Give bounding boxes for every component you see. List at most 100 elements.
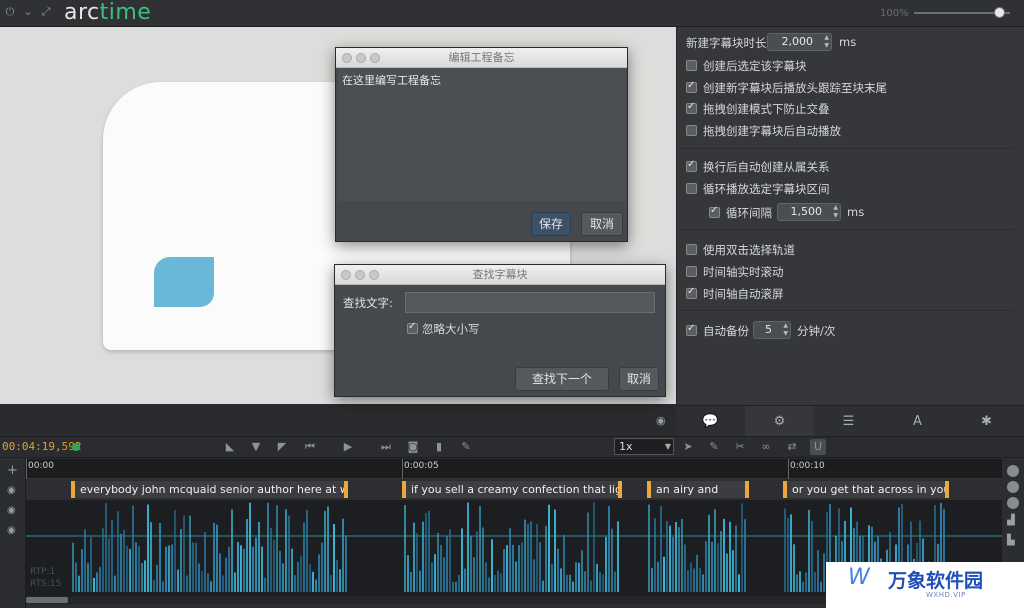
cancel-button[interactable]: 取消 xyxy=(581,212,623,236)
video-status-bar xyxy=(0,404,676,436)
minimize-dot[interactable] xyxy=(355,270,365,280)
loop-interval-spinner[interactable]: 1,500 ▲ ▼ xyxy=(777,203,841,221)
setting-row[interactable]: 时间轴实时滚动 xyxy=(686,264,784,280)
level-dot-icon[interactable] xyxy=(1007,497,1019,509)
swap-icon[interactable]: ⇄ xyxy=(784,439,800,455)
setting-row[interactable]: 时间轴自动滚屏 xyxy=(686,286,784,302)
cancel-button[interactable]: 取消 xyxy=(619,367,659,391)
skip-back-icon[interactable]: ⏮ xyxy=(302,439,318,455)
eye-icon[interactable]: ◉ xyxy=(656,414,666,427)
checkbox[interactable] xyxy=(709,205,720,218)
power-icon[interactable]: ⏻ xyxy=(4,6,16,18)
mark-down-icon[interactable]: ▼ xyxy=(248,439,264,455)
eye-icon[interactable]: ◉ xyxy=(7,485,16,496)
subtitle-block[interactable]: everybody john mcquaid senior author her… xyxy=(71,481,348,498)
checkbox[interactable] xyxy=(686,101,697,114)
checkbox[interactable] xyxy=(686,183,697,194)
setting-row[interactable]: 换行后自动创建从属关系 xyxy=(686,159,830,175)
list-icon[interactable]: ☰ xyxy=(814,406,883,437)
camera-icon[interactable]: ◙ xyxy=(405,439,421,455)
spectrum-icon[interactable]: ▙ xyxy=(1007,535,1015,546)
eye-icon[interactable]: ◉ xyxy=(7,505,16,516)
gear-icon[interactable]: ⚙ xyxy=(745,406,814,437)
speed-select[interactable]: 1x ▼ xyxy=(614,438,674,455)
chat-bubble-icon[interactable]: 💬 xyxy=(676,406,745,437)
close-dot[interactable] xyxy=(341,270,351,280)
close-dot[interactable] xyxy=(342,53,352,63)
bookmark-icon[interactable]: ▮ xyxy=(431,439,447,455)
bug-icon[interactable]: ✱ xyxy=(952,406,1021,437)
setting-row[interactable]: 创建后选定该字幕块 xyxy=(686,58,807,74)
divider xyxy=(679,310,1015,311)
setting-row[interactable]: 循环播放选定字幕块区间 xyxy=(686,181,830,197)
font-icon[interactable]: A xyxy=(883,406,952,437)
cursor-icon[interactable]: ➤ xyxy=(680,439,696,455)
ruler-tick: 0:00:10 xyxy=(790,461,825,471)
track-controls: + ◉ ◉ ◉ xyxy=(0,459,26,608)
setting-row[interactable]: 拖拽创建模式下防止交叠 xyxy=(686,101,830,117)
auto-backup-unit: 分钟/次 xyxy=(797,324,836,338)
find-next-button[interactable]: 查找下一个 xyxy=(515,367,609,391)
timecode-display: 00:04:19,592 xyxy=(2,440,82,453)
setting-row[interactable]: 创建新字幕块后播放头跟踪至块末尾 xyxy=(686,80,887,96)
ruler-tick-line xyxy=(402,459,403,479)
checkbox[interactable] xyxy=(686,80,697,93)
setting-row[interactable]: 使用双击选择轨道 xyxy=(686,242,795,258)
timeline-ruler[interactable]: 00:00 0:00:05 0:00:10 xyxy=(26,459,1002,479)
waveform-label: RTP:1 RTS:15 xyxy=(30,567,62,589)
save-button[interactable]: 保存 xyxy=(531,212,571,236)
scissors-icon[interactable]: ✂ xyxy=(732,439,748,455)
checkbox[interactable] xyxy=(686,286,697,299)
expand-icon[interactable]: ⤢ xyxy=(40,6,52,18)
add-track-icon[interactable]: + xyxy=(7,463,18,478)
timeline-scroll-thumb[interactable] xyxy=(26,597,68,603)
level-dot-icon[interactable] xyxy=(1007,465,1019,477)
checkbox[interactable] xyxy=(686,244,697,255)
ms-unit: ms xyxy=(847,205,865,219)
find-text-input[interactable] xyxy=(405,292,655,313)
auto-backup-spinner[interactable]: 5 ▲ ▼ xyxy=(753,321,791,339)
divider xyxy=(679,148,1015,149)
ms-unit: ms xyxy=(839,35,857,49)
level-dot-icon[interactable] xyxy=(1007,481,1019,493)
magnet-icon[interactable]: U xyxy=(810,439,826,455)
chevron-down-icon[interactable]: ⌄ xyxy=(22,6,34,18)
memo-textarea[interactable]: 在这里编写工程备忘 xyxy=(338,68,626,201)
zoom-dot[interactable] xyxy=(370,53,380,63)
skip-forward-icon[interactable]: ⏭ xyxy=(378,439,394,455)
play-icon[interactable]: ▶ xyxy=(340,439,356,455)
ruler-tick-line xyxy=(788,459,789,479)
settings-panel: 新建字幕块时长 2,000▲▼ ms 创建后选定该字幕块 创建新字幕块后播放头跟… xyxy=(676,27,1024,405)
link-icon[interactable]: ∞ xyxy=(758,439,774,455)
watermark-logo: W xyxy=(848,565,870,590)
ignore-case-row[interactable]: 忽略大小写 xyxy=(407,321,480,337)
setting-row[interactable]: 拖拽创建字幕块后自动播放 xyxy=(686,123,841,139)
checkbox[interactable] xyxy=(686,60,697,71)
eye-icon[interactable]: ◉ xyxy=(7,525,16,536)
find-dialog-title: 查找字幕块 xyxy=(335,265,665,285)
zoom-dot[interactable] xyxy=(369,270,379,280)
status-indicator xyxy=(72,443,80,451)
waveform-icon[interactable]: ▟ xyxy=(1007,515,1015,526)
magic-wand-icon[interactable]: ✎ xyxy=(458,439,474,455)
mark-out-icon[interactable]: ◤ xyxy=(274,439,290,455)
subtitle-block[interactable]: an airy and xyxy=(647,481,749,498)
subtitle-block[interactable]: if you sell a creamy confection that lig… xyxy=(402,481,622,498)
new-block-duration-label: 新建字幕块时长 xyxy=(686,36,767,50)
checkbox[interactable] xyxy=(686,159,697,172)
new-block-duration-spinner[interactable]: 2,000 ▲ ▼ xyxy=(767,33,832,51)
find-text-label: 查找文字: xyxy=(343,296,393,310)
checkbox[interactable] xyxy=(686,266,697,277)
auto-backup-row[interactable]: 自动备份 xyxy=(686,323,749,339)
subtitle-block[interactable]: or you get that across in your xyxy=(783,481,949,498)
mark-in-icon[interactable]: ◣ xyxy=(222,439,238,455)
edit-icon[interactable]: ✎ xyxy=(706,439,722,455)
checkbox[interactable] xyxy=(686,125,697,136)
ignore-case-checkbox[interactable] xyxy=(407,321,418,334)
minimize-dot[interactable] xyxy=(356,53,366,63)
ruler-tick: 0:00:05 xyxy=(404,461,439,471)
zoom-slider-handle[interactable] xyxy=(994,7,1005,18)
loop-interval-row[interactable]: 循环间隔 xyxy=(709,205,772,221)
checkbox[interactable] xyxy=(686,323,697,336)
app-window: ⏻ ⌄ ⤢ arctime 100% ◉ 编辑工程备忘 在这里编写工程备忘 保存… xyxy=(0,0,1024,608)
